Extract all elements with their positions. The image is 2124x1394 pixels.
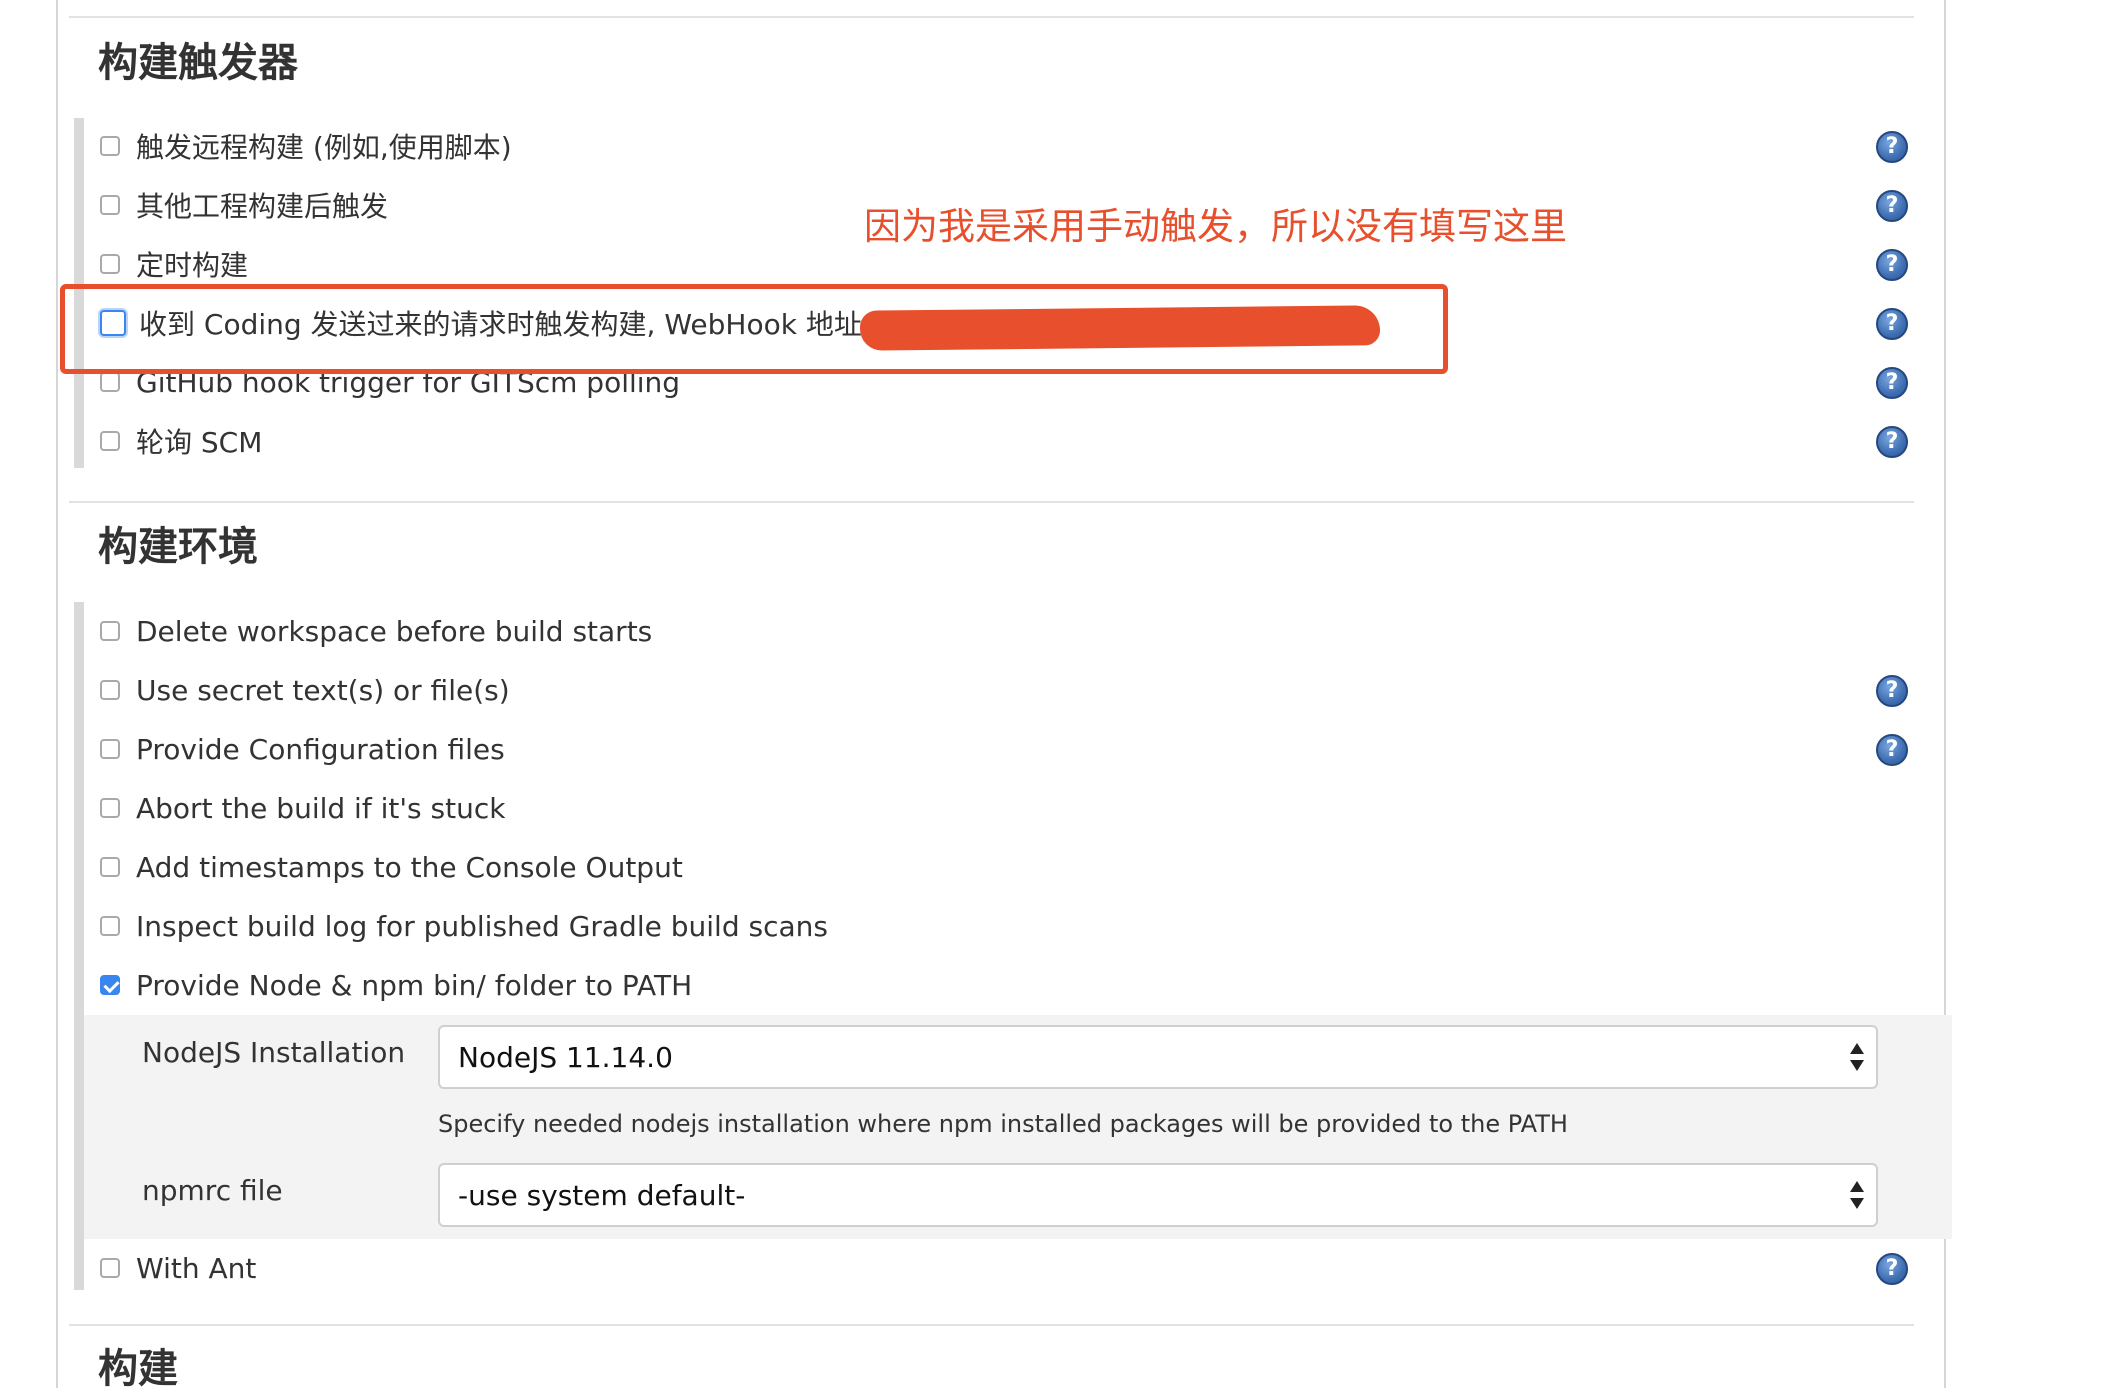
trigger-row-upstream[interactable]: 其他工程构建后触发: [100, 185, 388, 225]
trigger-label: 触发远程构建 (例如,使用脚本): [136, 131, 512, 164]
nodejs-installation-select[interactable]: NodeJS 11.14.0: [438, 1025, 1878, 1089]
help-icon[interactable]: ?: [1876, 308, 1908, 340]
checkbox-gradle-scans[interactable]: [100, 916, 120, 936]
trigger-row-poll-scm[interactable]: 轮询 SCM: [100, 421, 262, 461]
checkbox-poll-scm-trigger[interactable]: [100, 431, 120, 451]
env-label: With Ant: [136, 1251, 257, 1285]
env-label: Provide Node & npm bin/ folder to PATH: [136, 968, 693, 1002]
trigger-row-remote[interactable]: 触发远程构建 (例如,使用脚本): [100, 126, 512, 166]
checkbox-remote-trigger[interactable]: [100, 136, 120, 156]
checkbox-timer-trigger[interactable]: [100, 254, 120, 274]
npmrc-file-value: -use system default-: [458, 1178, 746, 1212]
nodejs-installation-value: NodeJS 11.14.0: [458, 1040, 673, 1074]
environment-group-bar: [74, 602, 84, 1290]
help-icon[interactable]: ?: [1876, 131, 1908, 163]
checkbox-abort-stuck[interactable]: [100, 798, 120, 818]
section-title-build: 构建: [98, 1346, 178, 1392]
annotation-highlight-box: [60, 284, 1448, 374]
env-row-gradle-scans[interactable]: Inspect build log for published Gradle b…: [100, 906, 828, 946]
nodejs-installation-label: NodeJS Installation: [142, 1036, 406, 1069]
checkbox-with-ant[interactable]: [100, 1258, 120, 1278]
env-label: Provide Configuration files: [136, 732, 505, 766]
help-icon[interactable]: ?: [1876, 249, 1908, 281]
section-divider: [69, 16, 1914, 18]
env-label: Use secret text(s) or file(s): [136, 673, 510, 707]
checkbox-timestamps[interactable]: [100, 857, 120, 877]
select-arrows-icon: [1850, 1181, 1864, 1209]
section-divider: [69, 501, 1914, 503]
env-row-secret-text[interactable]: Use secret text(s) or file(s): [100, 670, 510, 710]
checkbox-delete-workspace[interactable]: [100, 621, 120, 641]
env-row-config-files[interactable]: Provide Configuration files: [100, 729, 505, 769]
nodejs-installation-hint: Specify needed nodejs installation where…: [438, 1110, 1568, 1138]
env-label: Delete workspace before build starts: [136, 614, 653, 648]
checkbox-config-files[interactable]: [100, 739, 120, 759]
trigger-label: 其他工程构建后触发: [136, 190, 389, 223]
checkbox-github-hook-trigger[interactable]: [100, 372, 120, 392]
env-label: Add timestamps to the Console Output: [136, 850, 683, 884]
page-border-left: [56, 0, 58, 1388]
section-divider: [69, 1324, 1914, 1326]
annotation-note: 因为我是采用手动触发，所以没有填写这里: [864, 205, 1567, 248]
env-label: Abort the build if it's stuck: [136, 791, 506, 825]
section-title-triggers: 构建触发器: [98, 40, 298, 86]
checkbox-provide-node[interactable]: [100, 975, 120, 995]
env-row-abort-stuck[interactable]: Abort the build if it's stuck: [100, 788, 505, 828]
select-arrows-icon: [1850, 1043, 1864, 1071]
env-row-provide-node[interactable]: Provide Node & npm bin/ folder to PATH: [100, 965, 692, 1005]
trigger-row-timer[interactable]: 定时构建: [100, 244, 248, 284]
npmrc-file-label: npmrc file: [142, 1174, 283, 1207]
env-label: Inspect build log for published Gradle b…: [136, 909, 828, 943]
help-icon[interactable]: ?: [1876, 675, 1908, 707]
npmrc-file-select[interactable]: -use system default-: [438, 1163, 1878, 1227]
checkbox-secret-text[interactable]: [100, 680, 120, 700]
checkbox-upstream-trigger[interactable]: [100, 195, 120, 215]
env-row-with-ant[interactable]: With Ant: [100, 1248, 256, 1288]
env-row-delete-workspace[interactable]: Delete workspace before build starts: [100, 611, 652, 651]
section-title-environment: 构建环境: [98, 524, 258, 570]
help-icon[interactable]: ?: [1876, 367, 1908, 399]
help-icon[interactable]: ?: [1876, 1253, 1908, 1285]
env-row-timestamps[interactable]: Add timestamps to the Console Output: [100, 847, 683, 887]
help-icon[interactable]: ?: [1876, 426, 1908, 458]
trigger-label: 轮询 SCM: [136, 426, 263, 459]
trigger-label: 定时构建: [136, 249, 249, 282]
help-icon[interactable]: ?: [1876, 734, 1908, 766]
help-icon[interactable]: ?: [1876, 190, 1908, 222]
